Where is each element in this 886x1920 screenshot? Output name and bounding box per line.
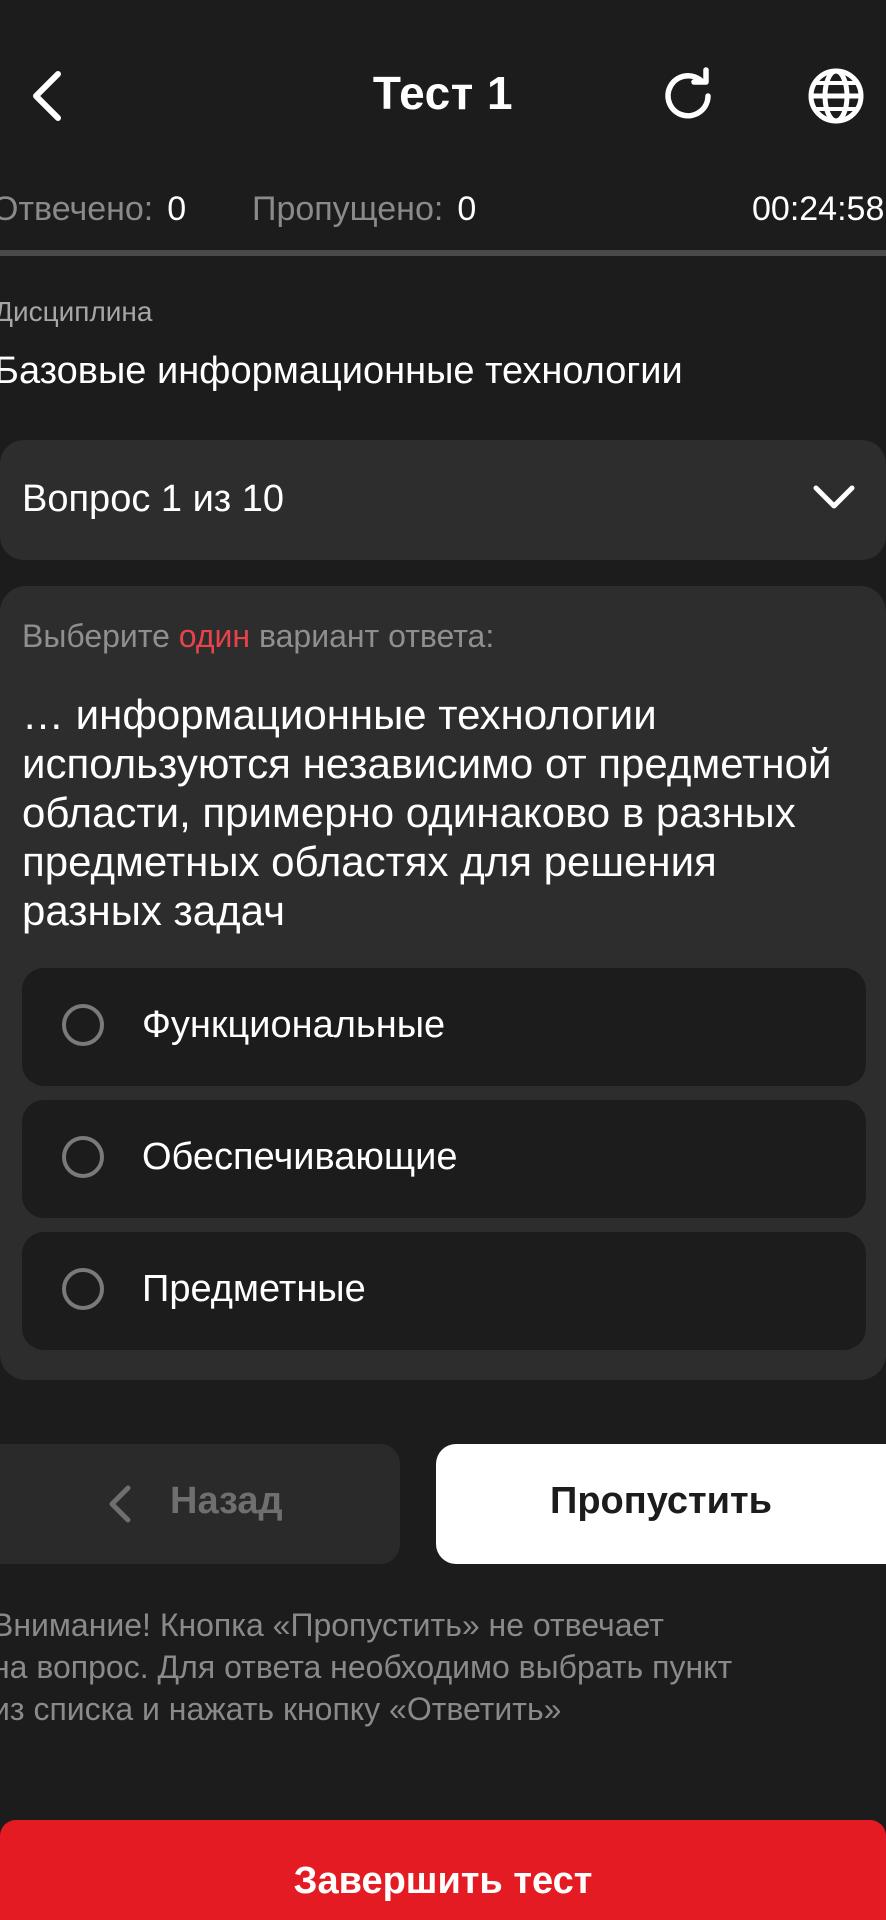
answer-option-label: Обеспечивающие — [142, 1136, 458, 1178]
instruction-accent: один — [178, 618, 251, 654]
warning-line: на вопрос. Для ответа необходимо выбрать… — [0, 1649, 733, 1685]
top-bar: Тест 1 — [0, 0, 886, 196]
warning-line: Внимание! Кнопка «Пропустить» не отвечае… — [0, 1607, 664, 1643]
instruction-suffix: вариант ответа: — [258, 618, 495, 654]
skip-button-label: Пропустить — [550, 1480, 772, 1522]
answer-option[interactable]: Предметные — [22, 1232, 866, 1350]
chevron-down-icon — [813, 485, 855, 509]
discipline-label: Дисциплина — [0, 296, 153, 327]
language-button[interactable] — [804, 64, 868, 128]
page-title: Тест 1 — [372, 67, 514, 119]
discipline-name: Базовые информационные технологии — [0, 350, 683, 392]
timer: 00:24:58 — [752, 190, 885, 228]
test-stats: Отвечено: 0 Пропущено: 0 00:24:58 — [0, 186, 886, 234]
refresh-button[interactable] — [656, 64, 720, 128]
answer-option[interactable]: Обеспечивающие — [22, 1100, 866, 1218]
answer-option-label: Функциональные — [142, 1004, 446, 1046]
skip-warning: Внимание! Кнопка «Пропустить» не отвечае… — [0, 1604, 872, 1730]
refresh-icon — [665, 67, 711, 119]
skipped-counter: Пропущено: 0 — [252, 190, 476, 229]
skip-button[interactable]: Пропустить — [436, 1444, 886, 1564]
answer-instruction: Выберите один вариант ответа: — [22, 618, 494, 655]
finish-test-button[interactable]: Завершить тест — [0, 1820, 886, 1920]
globe-icon — [808, 68, 864, 124]
radio-button-icon[interactable] — [62, 1136, 104, 1178]
answered-value: 0 — [167, 190, 187, 228]
answer-option[interactable]: Функциональные — [22, 968, 866, 1086]
radio-button-icon[interactable] — [62, 1268, 104, 1310]
instruction-prefix: Выберите — [22, 618, 170, 654]
finish-test-label: Завершить тест — [293, 1860, 593, 1902]
chevron-left-icon — [109, 1485, 131, 1523]
question-text: … информационные технологии используются… — [22, 691, 832, 934]
answered-label: Отвечено: — [0, 190, 154, 228]
progress-divider — [0, 250, 886, 256]
skipped-label: Пропущено: — [252, 190, 444, 228]
answer-option-label: Предметные — [142, 1268, 366, 1310]
radio-button-icon[interactable] — [62, 1004, 104, 1046]
question-card: Выберите один вариант ответа: … информац… — [0, 586, 886, 1380]
skipped-value: 0 — [457, 190, 477, 228]
warning-line: из списка и нажать кнопку «Ответить» — [0, 1691, 562, 1727]
previous-question-label: Назад — [170, 1480, 283, 1522]
previous-question-button[interactable]: Назад — [0, 1444, 400, 1564]
question-selector-label: Вопрос 1 из 10 — [22, 478, 285, 520]
answered-counter: Отвечено: 0 — [0, 190, 186, 229]
question-selector[interactable]: Вопрос 1 из 10 — [0, 440, 886, 560]
